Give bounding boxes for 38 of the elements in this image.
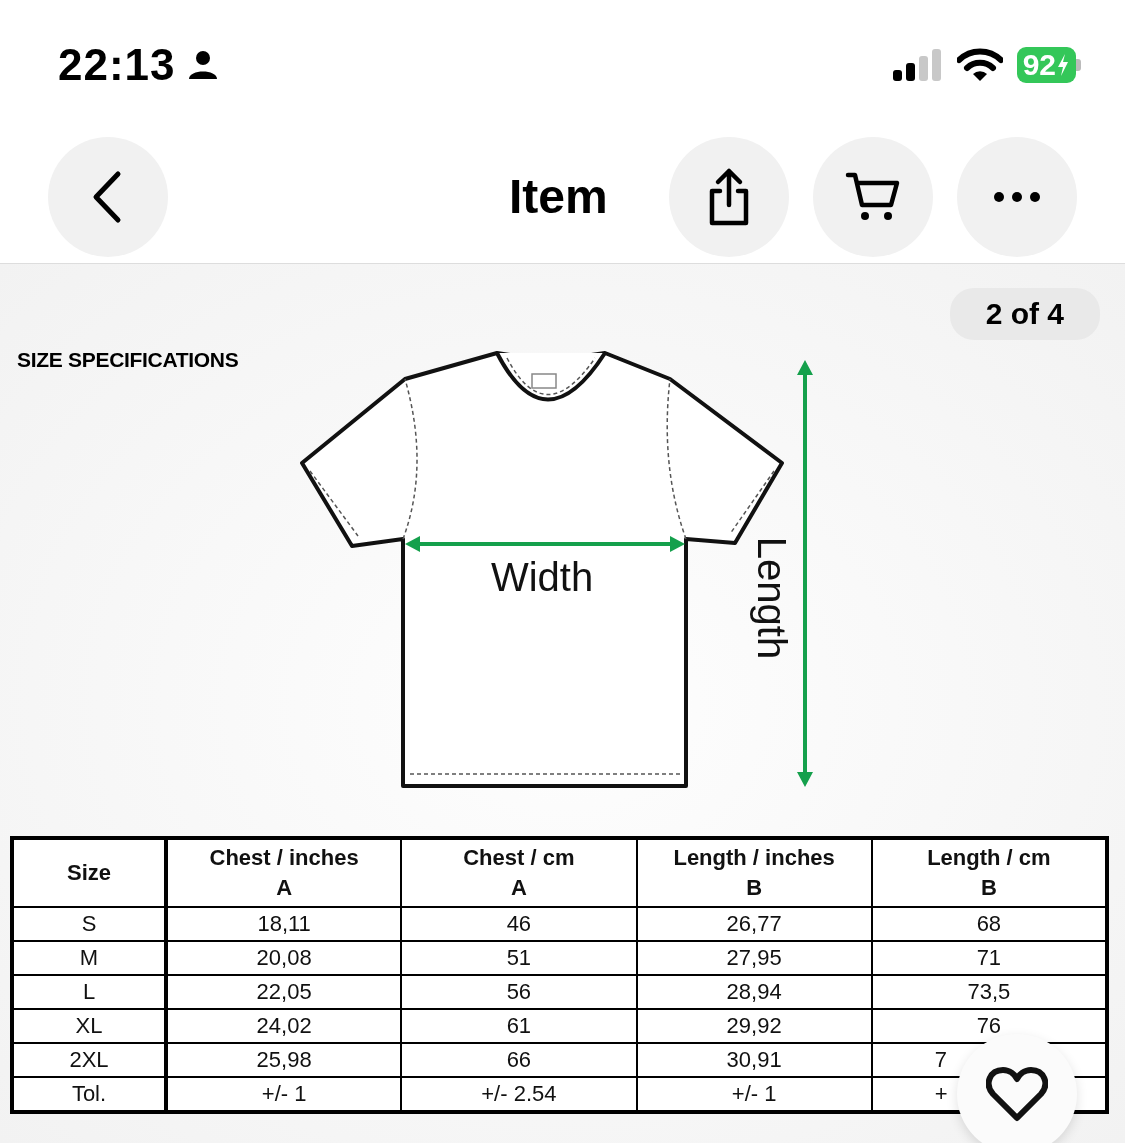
table-cell: XL [12, 1009, 166, 1043]
column-header: Chest / cm A [401, 838, 637, 907]
page-title: Item [509, 169, 608, 224]
column-header: Chest / inches A [166, 838, 402, 907]
table-cell: 24,02 [166, 1009, 402, 1043]
more-icon [993, 190, 1041, 203]
charging-bolt-icon [1056, 53, 1070, 77]
table-cell: L [12, 975, 166, 1009]
person-icon [187, 50, 218, 80]
table-cell: 26,77 [636, 907, 872, 941]
table-cell: 51 [401, 941, 637, 975]
table-cell: 46 [401, 907, 637, 941]
column-header: Length / inches B [636, 838, 872, 907]
table-cell: 2XL [12, 1043, 166, 1077]
length-label: Length [750, 536, 794, 660]
table-cell: 18,11 [166, 907, 402, 941]
width-label: Width [490, 555, 594, 599]
table-cell: S [12, 907, 166, 941]
chart-heading: SIZE SPECIFICATIONS [16, 347, 240, 372]
table-cell: 61 [401, 1009, 637, 1043]
heart-icon [986, 1066, 1048, 1122]
table-cell: 20,08 [166, 941, 402, 975]
table-cell: 27,95 [636, 941, 872, 975]
table-cell: 66 [401, 1043, 637, 1077]
table-cell: M [12, 941, 166, 975]
table-cell: 30,91 [636, 1043, 872, 1077]
table-cell: 25,98 [166, 1043, 402, 1077]
table-cell: 28,94 [636, 975, 872, 1009]
table-cell: 29,92 [636, 1009, 872, 1043]
battery-cap [1076, 59, 1081, 71]
signal-icon [892, 48, 943, 82]
table-cell: 22,05 [166, 975, 402, 1009]
wifi-icon [956, 48, 1003, 82]
image-counter: 2 of 4 [949, 288, 1100, 340]
table-cell: 56 [401, 975, 637, 1009]
status-time: 22:13 [58, 40, 176, 90]
battery-percentage: 92 [1022, 48, 1056, 82]
column-header: Size [12, 838, 166, 907]
